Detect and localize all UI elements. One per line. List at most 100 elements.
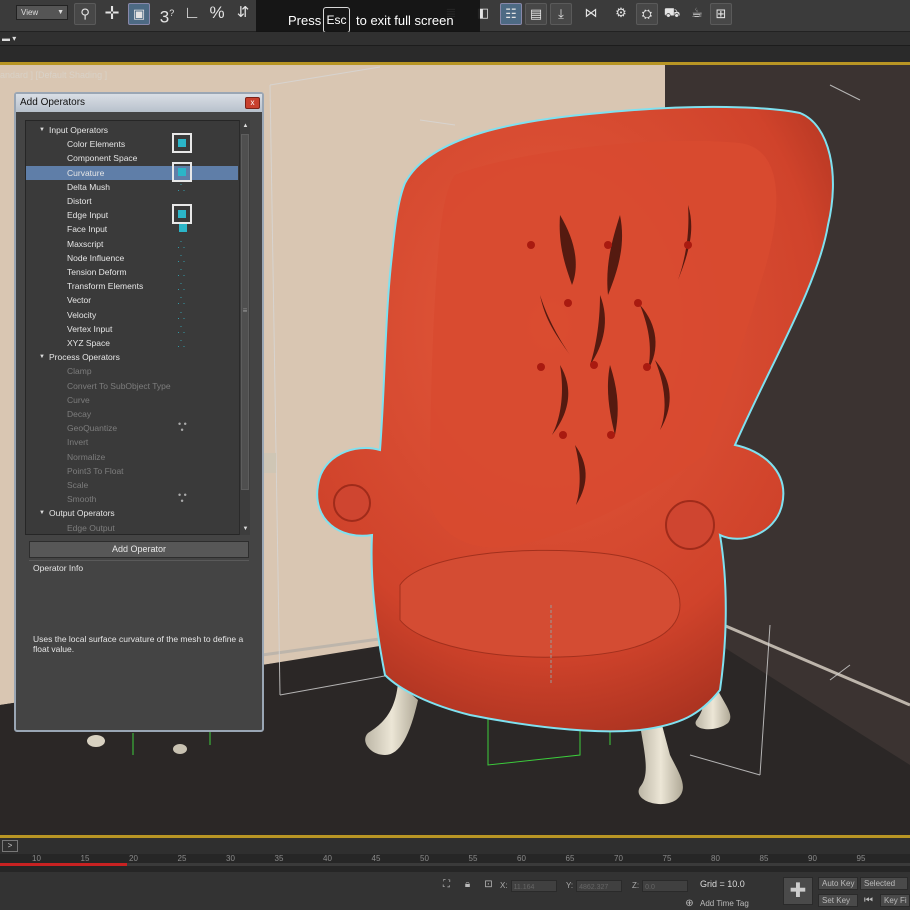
schematic-view-icon[interactable]: ⋈ [580,3,602,25]
operator-item-label: Vertex Input [67,323,113,334]
key-filters-button[interactable]: Key Fi [880,894,910,907]
absolute-mode-icon[interactable]: ⊡ [482,878,495,891]
curve-editor-icon[interactable]: ⤓ [550,3,572,25]
operator-highlight-icon [172,133,192,154]
esc-key-badge: Esc [323,7,350,33]
reference-coordinate-dropdown[interactable]: View ▼ [16,5,68,20]
operator-item: Invert [26,435,238,449]
operator-group-label: Input Operators [49,125,109,135]
dialog-title-bar[interactable]: Add Operators [16,94,262,112]
operator-item-label: Velocity [67,309,97,320]
operator-item[interactable]: Distort [26,194,238,208]
select-object-icon[interactable]: ▣ [128,3,150,25]
percent-snap-icon[interactable]: % [206,3,228,25]
timeline-toggle-button[interactable]: > [2,840,18,852]
status-bar: ⛶ 🔒︎ ⊡ X: 11.164 Y: 4862.327 Z: 0.0 Grid = … [0,872,910,910]
time-slider[interactable]: > 10 15 20 25 30 35 40 45 50 55 60 65 70 75 80 85 90 95 [0,838,910,872]
timeline-tick-label: 25 [177,854,187,863]
auto-key-button[interactable]: Auto Key [818,877,858,890]
selection-lock-icon[interactable]: ⛶ [440,878,453,891]
notice-exit-text: to exit full screen [356,13,454,28]
operator-item[interactable]: XYZ Space · · · [26,335,238,351]
operator-node-icon [178,139,186,148]
expand-triangle-icon[interactable]: ▼ [39,350,45,364]
angle-snap-icon[interactable]: ∟ [181,3,203,25]
operator-item[interactable]: Component Space [26,151,238,165]
operator-item[interactable]: Node Influence · · · [26,250,238,265]
operator-group[interactable]: ▼ Output Operators [26,506,238,520]
dots-glyph-icon: · · · [177,335,186,351]
operator-item[interactable]: Color Elements [26,133,238,154]
operator-group[interactable]: ▼ Process Operators [26,350,238,364]
toggle-ribbon-icon[interactable]: ▤ [525,3,547,25]
operator-dots-icon: · · · [174,250,192,265]
operator-node-icon [178,167,186,176]
viewport-label[interactable]: andard ] [Default Shading ] [0,70,107,80]
operator-info-description: Uses the local surface curvature of the … [33,634,244,654]
set-key-icon[interactable]: ✚ [783,877,813,905]
operator-item[interactable]: Maxscript · · · [26,236,238,251]
operator-dots-icon: · · · [174,335,192,351]
render-setup-icon[interactable]: ⛭ [636,3,658,25]
operator-item-label: Color Elements [67,139,126,150]
close-icon[interactable]: x [245,97,260,109]
operator-item[interactable]: Vertex Input · · · [26,321,238,336]
timeline-tick-label: 15 [80,854,90,863]
select-link-icon[interactable]: ⚲ [74,3,96,25]
set-key-button[interactable]: Set Key [818,894,858,907]
operator-item[interactable]: Delta Mush · · · [26,178,238,195]
render-iterative-icon[interactable]: ⊞ [710,3,732,25]
add-time-tag-button[interactable]: Add Time Tag [700,899,749,908]
coord-y-field[interactable]: 4862.327 [576,879,623,892]
operator-item-label: Vector [67,295,92,306]
operator-tree[interactable]: ▼ Input Operators Color Elements Component … [25,120,250,535]
operator-dots-icon: · · · [174,178,192,195]
operator-item[interactable]: Face Input [26,222,238,236]
move-icon[interactable]: ✛ [101,3,123,25]
add-operators-dialog: Add Operators x ▼ Input Operators Color El… [14,92,264,732]
dots-glyph-icon: · · · [177,292,186,309]
snaps-3d-icon[interactable]: 3? [156,3,178,27]
timeline-progress [0,863,127,866]
operator-item[interactable]: Velocity · · · [26,307,238,322]
scroll-up-icon[interactable]: ▲ [241,121,250,131]
coord-z-field[interactable]: 0.0 [642,879,689,892]
operator-item[interactable]: Tension Deform · · · [26,265,238,280]
operator-item: Decay [26,407,238,421]
operator-dots-icon: · · · [174,236,192,251]
operator-item-label: Normalize [67,451,106,462]
expand-triangle-icon[interactable]: ▼ [39,123,45,137]
expand-triangle-icon[interactable]: ▼ [39,506,45,520]
operator-info-panel: Operator Info Uses the local surface cur… [29,560,249,728]
operator-item-label: Smooth [67,494,97,505]
add-operator-button[interactable]: Add Operator [29,541,249,558]
dots-glyph-icon: • • • [178,490,187,507]
operator-list-scrollbar[interactable]: ▲ ≡ ▼ [239,120,250,535]
coord-x-label: X: [500,881,508,890]
lock-icon[interactable]: 🔒︎ [461,878,474,891]
selected-dropdown[interactable]: Selected [860,877,908,890]
operator-node-icon [174,222,192,236]
menu-arrow-icon[interactable]: ▬ ▾ [2,34,16,43]
dots-glyph-icon: · · · [177,178,186,195]
rendered-frame-window-icon[interactable]: ⛟ [661,3,683,25]
layer-explorer-icon[interactable]: ☷ [500,3,522,25]
coord-y: Y: 4862.327 [566,879,623,892]
spinner-snap-icon[interactable]: ⇵ [232,3,254,25]
material-editor-icon[interactable]: ⚙ [610,3,632,25]
operator-item-label: XYZ Space [67,338,110,348]
operator-dots-icon: • • • [174,419,192,436]
operator-item[interactable]: Curvature [26,161,238,182]
timeline-tick-label: 55 [468,854,478,863]
operator-group[interactable]: ▼ Input Operators [26,123,238,137]
operator-item[interactable]: Transform Elements · · · [26,279,238,294]
operator-item[interactable]: Vector · · · [26,292,238,309]
dots-glyph-icon: • • • [178,419,187,436]
key-mode-icon[interactable]: ⏮ [862,894,875,907]
timeline-tick-label: 85 [759,854,769,863]
operator-item[interactable]: Edge Input [26,204,238,225]
render-production-icon[interactable]: ☕ [686,3,708,25]
operator-item: Convert To SubObject Type [26,379,238,393]
coord-x-field[interactable]: 11.164 [510,879,557,892]
scroll-down-icon[interactable]: ▼ [241,524,250,534]
